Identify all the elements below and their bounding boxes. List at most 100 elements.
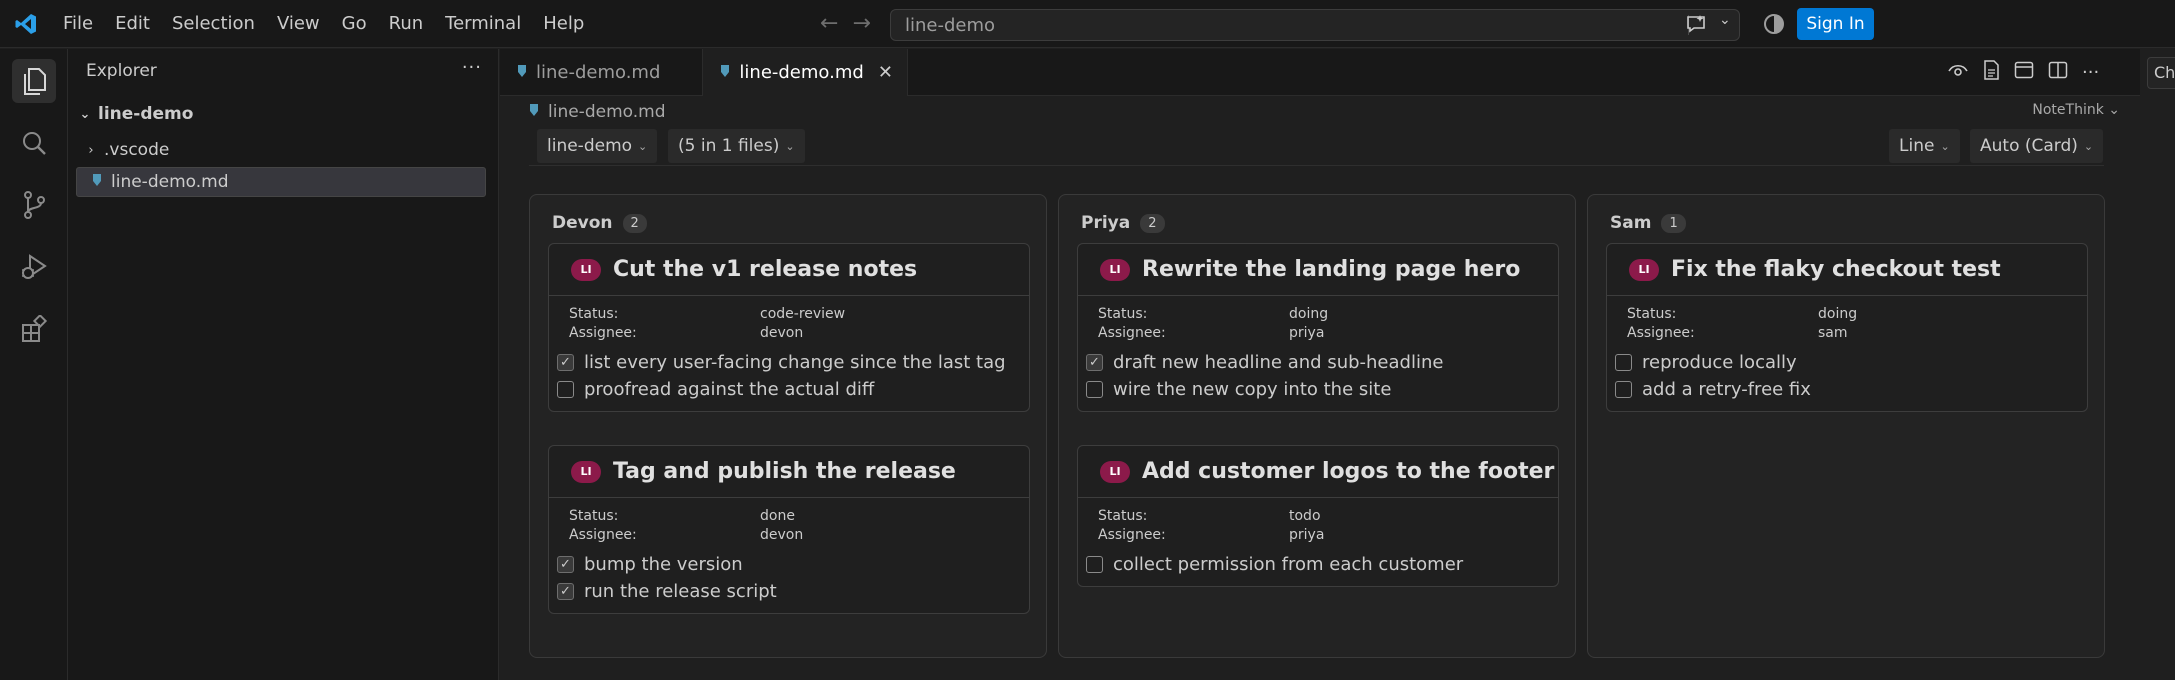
checklist: ✓ bump the version ✓ run the release script xyxy=(549,545,1029,613)
card-properties: Status: doing Assignee: priya xyxy=(1078,296,1558,343)
assignee-value: priya xyxy=(1289,527,1325,543)
card-title: Tag and publish the release xyxy=(613,459,956,484)
task-card[interactable]: LI Add customer logos to the footer Status… xyxy=(1077,445,1559,587)
status-property: Status: doing xyxy=(1098,305,1558,324)
card-properties: Status: doing Assignee: sam xyxy=(1607,296,2087,343)
column-name: Sam xyxy=(1610,213,1652,233)
menu-edit[interactable]: Edit xyxy=(104,0,161,48)
breadcrumb[interactable]: line-demo.md xyxy=(528,102,665,122)
card-properties: Status: code-review Assignee: devon xyxy=(549,296,1029,343)
menu-bar: File Edit Selection View Go Run Terminal… xyxy=(52,0,595,48)
checklist-item-text: add a retry-free fix xyxy=(1642,379,1811,400)
tab-line-demo-md[interactable]: line-demo.md xyxy=(500,49,704,96)
files-select[interactable]: (5 in 1 files) ⌄ xyxy=(668,129,805,163)
task-card[interactable]: LI Rewrite the landing page hero Status: do… xyxy=(1077,243,1559,412)
extensions-icon[interactable] xyxy=(12,307,56,351)
folder-root[interactable]: ⌄ line-demo xyxy=(76,99,486,129)
command-center[interactable]: line-demo xyxy=(890,9,1740,41)
task-card[interactable]: LI Fix the flaky checkout test Status: doin… xyxy=(1606,243,2088,412)
menu-go[interactable]: Go xyxy=(331,0,378,48)
menu-selection[interactable]: Selection xyxy=(161,0,266,48)
menu-run[interactable]: Run xyxy=(378,0,435,48)
notethink-label: NoteThink xyxy=(2032,102,2104,118)
status-label: Status: xyxy=(569,306,619,322)
column-name: Priya xyxy=(1081,213,1131,233)
assignee-value: sam xyxy=(1818,325,1848,341)
chevron-down-icon: ⌄ xyxy=(1940,139,1950,153)
tree-item-vscode[interactable]: › .vscode xyxy=(76,135,486,165)
checkbox[interactable] xyxy=(1615,354,1632,371)
menu-terminal[interactable]: Terminal xyxy=(434,0,532,48)
assignee-property: Assignee: priya xyxy=(1098,324,1558,343)
chevron-down-icon: ⌄ xyxy=(785,139,795,153)
folder-root-label: line-demo xyxy=(98,104,194,124)
assignee-property: Assignee: devon xyxy=(569,526,1029,545)
card-header: LI Rewrite the landing page hero xyxy=(1078,244,1558,296)
task-card[interactable]: LI Cut the v1 release notes Status: code-re… xyxy=(548,243,1030,412)
checkbox[interactable]: ✓ xyxy=(1086,354,1103,371)
scope-select[interactable]: line-demo ⌄ xyxy=(537,129,658,163)
status-value: done xyxy=(760,508,795,524)
more-actions-icon[interactable]: ··· xyxy=(462,57,482,78)
status-label: Status: xyxy=(569,508,619,524)
search-icon[interactable] xyxy=(12,121,56,165)
source-control-icon[interactable] xyxy=(12,183,56,227)
checklist: ✓ draft new headline and sub-headline wire… xyxy=(1078,343,1558,411)
column-header: Sam 1 xyxy=(1610,213,1686,233)
status-property: Status: code-review xyxy=(569,305,1029,324)
assignee-label: Assignee: xyxy=(569,325,637,341)
checkbox[interactable] xyxy=(1615,381,1632,398)
checkbox[interactable]: ✓ xyxy=(557,354,574,371)
run-debug-icon[interactable] xyxy=(12,245,56,289)
tab-line-demo-md-active[interactable]: line-demo.md ✕ xyxy=(703,49,908,97)
accounts-icon[interactable] xyxy=(1763,13,1785,40)
markdown-file-icon xyxy=(719,62,731,83)
card-properties: Status: todo Assignee: priya xyxy=(1078,498,1558,545)
menu-file[interactable]: File xyxy=(52,0,104,48)
task-card[interactable]: LI Tag and publish the release Status: done… xyxy=(548,445,1030,614)
notethink-menu[interactable]: NoteThink ⌄ xyxy=(2032,102,2120,118)
column-count-badge: 2 xyxy=(1140,213,1165,233)
checklist-item-text: reproduce locally xyxy=(1642,352,1797,373)
forward-arrow-icon[interactable]: → xyxy=(852,10,870,38)
list-item-badge: LI xyxy=(1629,258,1659,281)
checkbox[interactable]: ✓ xyxy=(557,583,574,600)
back-arrow-icon[interactable]: ← xyxy=(820,10,838,38)
status-value: todo xyxy=(1289,508,1321,524)
checkbox[interactable] xyxy=(1086,381,1103,398)
checkbox[interactable] xyxy=(1086,556,1103,573)
status-value: doing xyxy=(1289,306,1329,322)
sign-in-button[interactable]: Sign In xyxy=(1797,8,1874,40)
checkbox[interactable]: ✓ xyxy=(557,556,574,573)
layout-panel-icon[interactable] xyxy=(2014,61,2034,84)
status-value: code-review xyxy=(760,306,846,322)
chat-icon[interactable] xyxy=(1682,12,1710,36)
explorer-icon[interactable] xyxy=(12,59,56,103)
preview-eye-icon[interactable] xyxy=(1948,62,1968,83)
close-icon[interactable]: ✕ xyxy=(878,62,893,83)
chat-panel-tab[interactable]: Ch xyxy=(2147,57,2175,89)
chevron-down-icon[interactable]: ⌄ xyxy=(1719,12,1731,28)
markdown-file-icon xyxy=(516,62,528,83)
checklist-item-text: collect permission from each customer xyxy=(1113,554,1464,575)
chevron-down-icon: ⌄ xyxy=(2083,139,2094,153)
menu-view[interactable]: View xyxy=(266,0,331,48)
more-actions-icon[interactable]: ··· xyxy=(2082,62,2099,83)
mode-select[interactable]: Line ⌄ xyxy=(1889,129,1960,163)
open-preview-icon[interactable] xyxy=(1982,60,2000,85)
checkbox[interactable] xyxy=(557,381,574,398)
view-select-label: Auto (Card) xyxy=(1980,136,2078,156)
checklist-item: ✓ list every user-facing change since the… xyxy=(557,349,1029,376)
column-name: Devon xyxy=(552,213,613,233)
tree-item-line-demo-md[interactable]: line-demo.md xyxy=(76,167,486,197)
list-item-badge: LI xyxy=(571,258,601,281)
checklist: collect permission from each customer xyxy=(1078,545,1558,586)
assignee-value: priya xyxy=(1289,325,1325,341)
view-select[interactable]: Auto (Card) ⌄ xyxy=(1970,129,2104,163)
explorer-sidebar: Explorer ··· ⌄ line-demo › .vscode line-… xyxy=(68,49,499,680)
assignee-value: devon xyxy=(760,527,804,543)
menu-help[interactable]: Help xyxy=(532,0,595,48)
chevron-down-icon: ⌄ xyxy=(79,106,91,122)
board-column-priya: Priya 2 LI Rewrite the landing page hero Sta… xyxy=(1058,194,1576,658)
split-editor-icon[interactable] xyxy=(2048,61,2068,84)
